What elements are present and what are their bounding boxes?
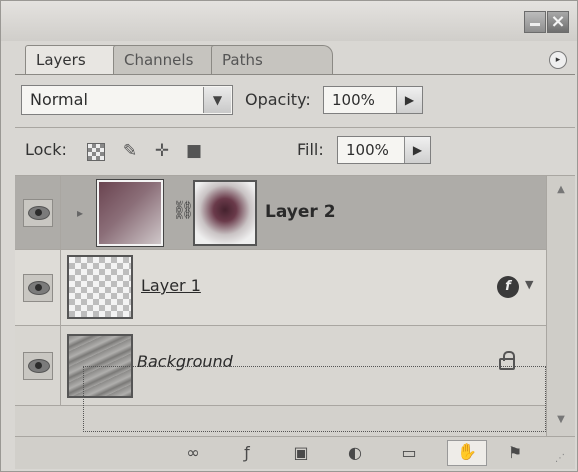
layer-name[interactable]: Layer 1 — [141, 276, 201, 295]
layer-row-layer-2[interactable]: ▸ ⛓ Layer 2 — [15, 176, 546, 250]
layers-panel: × Layers Channels Paths ▸ Normal ▼ Opaci… — [0, 0, 578, 472]
visibility-toggle[interactable] — [23, 198, 53, 227]
fill-value: 100% — [346, 141, 389, 159]
tab-paths[interactable]: Paths — [211, 45, 333, 74]
new-layer-button-hand-cursor-icon[interactable]: ✋ — [447, 440, 487, 466]
expand-effects-icon[interactable]: ▼ — [525, 278, 533, 291]
fill-slider-arrow-icon[interactable]: ▶ — [404, 137, 430, 163]
visibility-toggle[interactable] — [23, 351, 53, 380]
layer-mask-thumbnail[interactable] — [193, 180, 257, 246]
delete-layer-trash-icon[interactable]: ⚑ — [501, 442, 529, 464]
layers-toolbar: ∞ ƒ ▣ ◐ ▭ ✋ ⚑ ⋰ — [15, 436, 575, 469]
minimize-button[interactable] — [524, 11, 546, 33]
opacity-label: Opacity: — [245, 90, 311, 109]
new-group-folder-icon[interactable]: ▭ — [395, 442, 423, 464]
opacity-value: 100% — [332, 91, 375, 109]
lock-label: Lock: — [25, 140, 67, 159]
lock-all-icon[interactable]: ■ — [183, 140, 205, 162]
blend-options-row: Normal ▼ Opacity: 100% ▶ — [15, 77, 575, 128]
eye-icon — [28, 280, 50, 295]
resize-grip-icon[interactable]: ⋰ — [555, 453, 565, 464]
visibility-cell[interactable] — [15, 176, 61, 249]
layer-thumbnail[interactable] — [67, 255, 133, 319]
layer-effects-icon[interactable]: f — [497, 276, 519, 298]
blend-mode-select[interactable]: Normal ▼ — [21, 85, 233, 115]
eye-icon — [28, 358, 50, 373]
link-layers-icon[interactable]: ∞ — [179, 442, 207, 464]
scroll-down-icon[interactable]: ▼ — [551, 410, 571, 430]
eye-icon — [28, 205, 50, 220]
layer-name[interactable]: Layer 2 — [265, 202, 336, 222]
drag-insertion-outline — [83, 366, 546, 432]
lock-pixels-brush-icon[interactable]: ✎ — [119, 140, 141, 162]
add-layer-style-icon[interactable]: ƒ — [233, 442, 261, 464]
layers-list: ▸ ⛓ Layer 2 Layer 1 f ▼ Background — [15, 176, 546, 436]
visibility-cell[interactable] — [15, 250, 61, 325]
lock-options-row: Lock: ✎ ✛ ■ Fill: 100% ▶ — [15, 128, 575, 176]
blend-mode-value: Normal — [30, 90, 88, 109]
scroll-up-icon[interactable]: ▲ — [551, 180, 571, 200]
new-adjustment-layer-icon[interactable]: ◐ — [341, 442, 369, 464]
opacity-slider-arrow-icon[interactable]: ▶ — [396, 87, 422, 113]
layers-scrollbar[interactable]: ▲ ▼ — [546, 176, 575, 436]
close-button[interactable]: × — [547, 11, 569, 33]
fill-label: Fill: — [297, 140, 324, 159]
visibility-toggle[interactable] — [23, 273, 53, 302]
add-layer-mask-icon[interactable]: ▣ — [287, 442, 315, 464]
visibility-cell[interactable] — [15, 326, 61, 405]
chevron-down-icon[interactable]: ▼ — [203, 87, 231, 113]
brush-indicator-icon: ▸ — [77, 206, 84, 220]
lock-position-move-icon[interactable]: ✛ — [151, 140, 173, 162]
panel-menu-icon[interactable]: ▸ — [549, 51, 567, 69]
opacity-field[interactable]: 100% ▶ — [323, 86, 423, 114]
fill-field[interactable]: 100% ▶ — [337, 136, 431, 164]
layer-row-layer-1[interactable]: Layer 1 f ▼ — [15, 250, 546, 326]
panel-title-bar[interactable]: × — [1, 1, 577, 41]
tab-divider — [15, 74, 575, 75]
lock-transparency-icon[interactable] — [87, 143, 105, 161]
layer-thumbnail[interactable] — [96, 179, 164, 247]
chain-link-icon[interactable]: ⛓ — [172, 200, 195, 221]
panel-tabs: Layers Channels Paths — [15, 45, 575, 75]
